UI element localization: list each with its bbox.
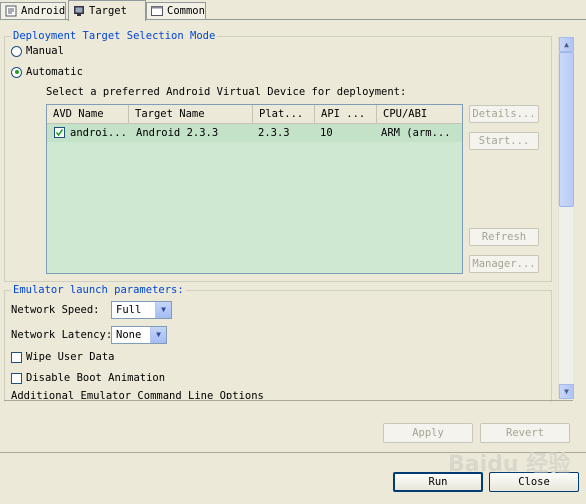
tab-android[interactable]: Android [0,2,66,19]
deployment-group-title: Deployment Target Selection Mode [11,30,218,42]
details-button[interactable]: Details... [469,105,539,123]
tab-common[interactable]: Common [146,2,206,19]
scroll-down-icon[interactable]: ▼ [559,384,574,399]
wipe-user-data-option[interactable]: Wipe User Data [11,351,115,363]
vertical-scrollbar[interactable]: ▲ ▼ [558,37,574,399]
emulator-group-title: Emulator launch parameters: [11,284,186,296]
avd-table[interactable]: AVD Name Target Name Plat... API ... CPU… [46,104,463,274]
avd-row-checkbox[interactable] [54,127,65,138]
apply-button[interactable]: Apply [383,423,473,443]
network-latency-select[interactable]: None ▼ [111,326,167,344]
network-latency-value: None [116,329,142,341]
tab-target[interactable]: Target [68,0,146,21]
avd-name-cell: androi... [70,127,126,139]
avd-prompt: Select a preferred Android Virtual Devic… [46,86,407,98]
chevron-down-icon[interactable]: ▼ [155,302,171,318]
column-header-target-name[interactable]: Target Name [129,105,253,123]
column-header-api[interactable]: API ... [315,105,377,123]
network-speed-select[interactable]: Full ▼ [111,301,172,319]
baidu-watermark: Baidu 经验 [448,452,571,477]
automatic-radio-option[interactable]: Automatic [11,66,83,78]
disable-boot-animation-checkbox[interactable] [11,372,22,384]
manual-radio[interactable] [11,45,22,57]
tab-target-label: Target [89,5,127,17]
scroll-up-icon[interactable]: ▲ [559,37,574,52]
start-button[interactable]: Start... [469,132,539,150]
api-cell: 10 [320,127,333,139]
tab-strip: Android Target Common [0,0,586,21]
scrollbar-thumb[interactable] [559,52,574,207]
android-config-icon [5,5,17,17]
column-header-avd-name[interactable]: AVD Name [47,105,129,123]
chevron-down-icon[interactable]: ▼ [150,327,166,343]
tab-common-label: Common [167,5,205,17]
refresh-button[interactable]: Refresh [469,228,539,246]
disable-boot-animation-label: Disable Boot Animation [26,372,166,384]
target-name-cell: Android 2.3.3 [136,127,219,139]
cpu-abi-cell: ARM (arm... [381,127,451,139]
tab-android-label: Android [21,5,66,17]
network-speed-value: Full [116,304,142,316]
wipe-user-data-label: Wipe User Data [26,351,115,363]
revert-button[interactable]: Revert [480,423,570,443]
panel-separator [4,400,573,401]
platform-cell: 2.3.3 [258,127,290,139]
manager-button[interactable]: Manager... [469,255,539,273]
manual-label: Manual [26,45,64,57]
avd-table-header: AVD Name Target Name Plat... API ... CPU… [47,105,462,124]
scroll-viewport-clip: Additional Emulator Command Line Options [0,387,556,399]
automatic-label: Automatic [26,66,83,78]
wipe-user-data-checkbox[interactable] [11,351,22,363]
network-latency-label: Network Latency: [11,329,113,341]
column-header-cpu-abi[interactable]: CPU/ABI [377,105,462,123]
target-device-icon [73,5,85,17]
automatic-radio[interactable] [11,66,22,78]
manual-radio-option[interactable]: Manual [11,45,64,57]
column-header-platform[interactable]: Plat... [253,105,315,123]
network-speed-label: Network Speed: [11,304,100,316]
common-config-icon [151,5,163,17]
disable-boot-animation-option[interactable]: Disable Boot Animation [11,372,165,384]
additional-options-label: Additional Emulator Command Line Options [11,390,264,399]
